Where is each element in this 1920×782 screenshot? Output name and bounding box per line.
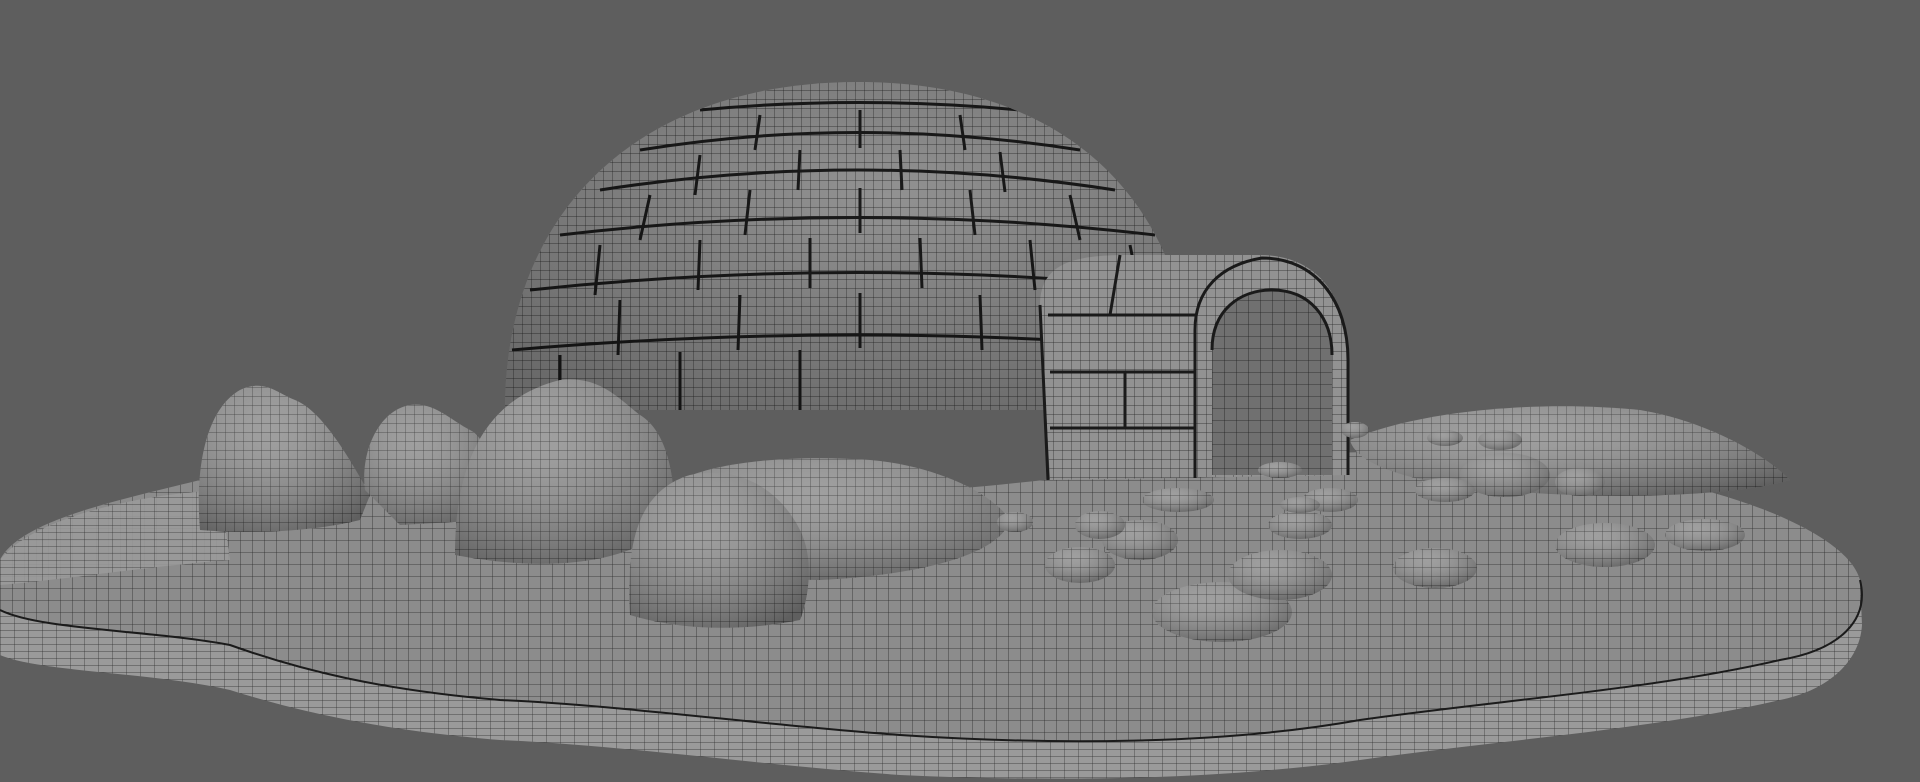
- rock: [1415, 478, 1475, 502]
- 3d-viewport[interactable]: [0, 0, 1920, 782]
- rock: [1075, 511, 1125, 539]
- rock: [1258, 462, 1302, 478]
- rock: [1045, 547, 1115, 583]
- rock: [1555, 523, 1655, 567]
- igloo-entrance-tunnel: [1038, 254, 1350, 481]
- rock: [1142, 488, 1214, 512]
- rock: [1268, 511, 1332, 539]
- rock: [1665, 519, 1745, 551]
- wireframe-scene: [0, 82, 1863, 779]
- rock: [1280, 497, 1320, 513]
- rock: [1341, 422, 1369, 438]
- rock: [198, 385, 370, 532]
- rock: [1228, 550, 1332, 600]
- rock: [1555, 468, 1605, 496]
- rock: [1427, 430, 1463, 446]
- rock: [997, 512, 1033, 532]
- rock: [1478, 430, 1522, 450]
- rock: [1393, 548, 1477, 588]
